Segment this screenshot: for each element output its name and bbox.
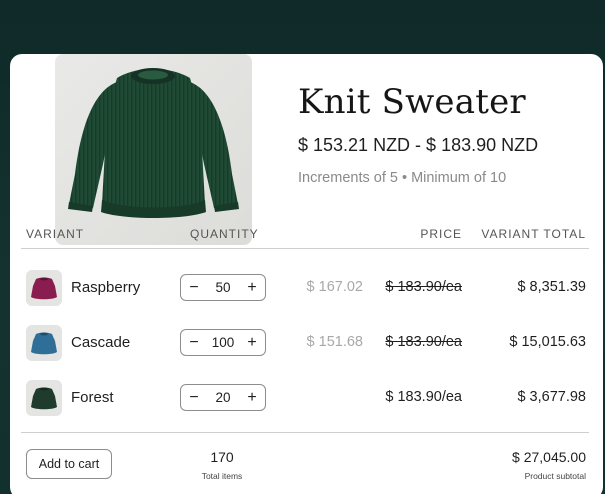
increments-note: Increments of 5 • Minimum of 10 xyxy=(298,170,507,186)
unit-price: $ 183.90/ea xyxy=(385,389,462,405)
decrement-button[interactable]: − xyxy=(182,275,206,300)
decrement-button[interactable]: − xyxy=(182,330,206,355)
product-title: Knit Sweater xyxy=(298,82,526,122)
quantity-stepper: − 100 + xyxy=(180,329,266,356)
quantity-stepper: − 20 + xyxy=(180,384,266,411)
increment-button[interactable]: + xyxy=(240,385,264,410)
decrement-button[interactable]: − xyxy=(182,385,206,410)
variant-total: $ 3,677.98 xyxy=(517,389,586,405)
quantity-input[interactable]: 100 xyxy=(205,330,241,355)
footer-divider xyxy=(21,432,589,433)
sweater-image-icon xyxy=(68,68,239,218)
product-subtotal: $ 27,045.00 xyxy=(512,449,586,465)
header-price: PRICE xyxy=(420,227,462,241)
quantity-stepper: − 50 + xyxy=(180,274,266,301)
increment-button[interactable]: + xyxy=(240,275,264,300)
header-quantity: QUANTITY xyxy=(190,227,259,241)
total-items-label: Total items xyxy=(201,471,243,481)
quantity-input[interactable]: 50 xyxy=(205,275,241,300)
variant-name: Forest xyxy=(71,389,114,406)
forest-swatch-icon xyxy=(26,380,62,416)
original-unit-price: $ 183.90/ea xyxy=(385,334,462,350)
variant-total: $ 15,015.63 xyxy=(509,334,586,350)
variant-name: Raspberry xyxy=(71,279,141,296)
header-variant-total: VARIANT TOTAL xyxy=(481,227,586,241)
variant-row-forest: Forest − 20 + $ 183.90/ea $ 3,677.98 xyxy=(0,376,605,420)
add-to-cart-button[interactable]: Add to cart xyxy=(26,449,112,479)
increment-button[interactable]: + xyxy=(240,330,264,355)
product-image xyxy=(55,54,252,245)
cascade-swatch-icon xyxy=(26,325,62,361)
raspberry-swatch-icon xyxy=(26,270,62,306)
total-items-count: 170 xyxy=(210,449,234,465)
header-variant: VARIANT xyxy=(26,227,85,241)
header-divider xyxy=(21,248,589,249)
price-range: $ 153.21 NZD - $ 183.90 NZD xyxy=(298,135,539,155)
discounted-price: $ 151.68 xyxy=(306,334,363,350)
variant-name: Cascade xyxy=(71,334,131,351)
quantity-input[interactable]: 20 xyxy=(205,385,241,410)
discounted-price: $ 167.02 xyxy=(306,279,363,295)
variant-total: $ 8,351.39 xyxy=(517,279,586,295)
original-unit-price: $ 183.90/ea xyxy=(385,279,462,295)
product-subtotal-label: Product subtotal xyxy=(524,471,586,481)
variant-row-cascade: Cascade − 100 + $ 151.68 $ 183.90/ea $ 1… xyxy=(0,321,605,365)
variant-row-raspberry: Raspberry − 50 + $ 167.02 $ 183.90/ea $ … xyxy=(0,266,605,310)
